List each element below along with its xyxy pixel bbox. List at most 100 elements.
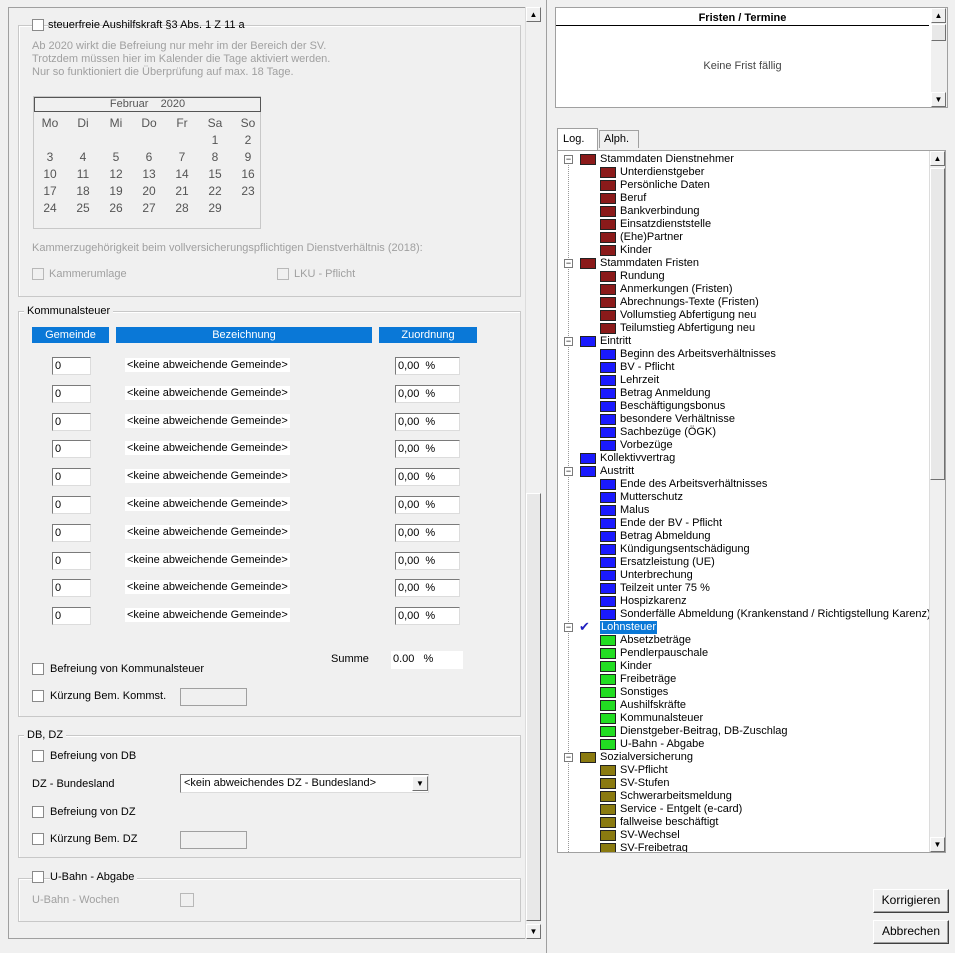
- calendar-day[interactable]: 5: [104, 150, 128, 164]
- calendar-day[interactable]: 4: [71, 150, 95, 164]
- gemeinde-input[interactable]: 0: [52, 440, 91, 459]
- tree-item[interactable]: Sachbezüge (ÖGK): [558, 426, 928, 439]
- collapse-icon[interactable]: −: [564, 259, 573, 268]
- zuordnung-input[interactable]: 0,00%: [395, 523, 460, 542]
- tree-item[interactable]: Absetzbeträge: [558, 634, 928, 647]
- tree-item[interactable]: Betrag Abmeldung: [558, 530, 928, 543]
- gemeinde-input[interactable]: 0: [52, 496, 91, 514]
- tree-item[interactable]: − Stammdaten Dienstnehmer: [558, 153, 928, 166]
- gemeinde-input[interactable]: 0: [52, 468, 91, 487]
- tree-item[interactable]: Hospizkarenz: [558, 595, 928, 608]
- gemeinde-input[interactable]: 0: [52, 384, 91, 403]
- tree-item[interactable]: Malus: [558, 504, 928, 517]
- tree-view[interactable]: − Stammdaten Dienstnehmer Unterdienstgeber…: [557, 150, 946, 853]
- scroll-down-icon[interactable]: ▼: [930, 837, 945, 852]
- gemeinde-input[interactable]: 0: [52, 523, 91, 542]
- calendar-day[interactable]: 6: [137, 150, 161, 164]
- tree-item[interactable]: Kündigungsentschädigung: [558, 543, 928, 556]
- gemeinde-input[interactable]: 0: [52, 357, 91, 375]
- tree-item[interactable]: Bankverbindung: [558, 205, 928, 218]
- tree-item[interactable]: Lehrzeit: [558, 374, 928, 387]
- left-scrollbar[interactable]: ▲ ▼: [525, 7, 541, 939]
- tree-item[interactable]: Sonderfälle Abmeldung (Krankenstand / Ri…: [558, 608, 931, 621]
- tree-item[interactable]: Mutterschutz: [558, 491, 928, 504]
- tree-item[interactable]: besondere Verhältnisse: [558, 413, 928, 426]
- zuordnung-input[interactable]: 0,00%: [395, 607, 460, 626]
- kuerzung-dz-input[interactable]: [180, 831, 247, 849]
- calendar-day[interactable]: 1: [203, 133, 227, 147]
- calendar-day[interactable]: 22: [203, 184, 227, 198]
- ubahn-checkbox[interactable]: [32, 871, 44, 883]
- tree-item[interactable]: Ende der BV - Pflicht: [558, 517, 928, 530]
- tree-item[interactable]: Teilumstieg Abfertigung neu: [558, 322, 928, 335]
- tree-item[interactable]: Teilzeit unter 75 %: [558, 582, 928, 595]
- calendar-day[interactable]: 13: [137, 167, 161, 181]
- collapse-icon[interactable]: −: [564, 155, 573, 164]
- tree-item[interactable]: SV-Stufen: [558, 777, 928, 790]
- tree-item[interactable]: − Stammdaten Fristen: [558, 257, 928, 270]
- befreiung-db-checkbox[interactable]: [32, 750, 44, 762]
- tree-item[interactable]: Freibeträge: [558, 673, 928, 686]
- tree-item[interactable]: Beruf: [558, 192, 928, 205]
- collapse-icon[interactable]: −: [564, 467, 573, 476]
- zuordnung-input[interactable]: 0,00%: [395, 579, 460, 598]
- gemeinde-input[interactable]: 0: [52, 607, 91, 626]
- scrollbar-thumb[interactable]: [526, 493, 541, 921]
- calendar-day[interactable]: 2: [236, 133, 260, 147]
- zuordnung-input[interactable]: 0,00%: [395, 468, 460, 487]
- zuordnung-input[interactable]: 0,00%: [395, 384, 460, 403]
- tree-item[interactable]: Sonstiges: [558, 686, 928, 699]
- tree-item[interactable]: Unterdienstgeber: [558, 166, 928, 179]
- tree-item[interactable]: Rundung: [558, 270, 928, 283]
- tree-item[interactable]: − Sozialversicherung: [558, 751, 928, 764]
- calendar-day[interactable]: 25: [71, 201, 95, 215]
- tree-item[interactable]: Betrag Anmeldung: [558, 387, 928, 400]
- calendar[interactable]: Februar 2020 Mo Di Mi Do Fr Sa So 1 2 3 4 5 6 7 8 9 10 11…: [33, 96, 261, 229]
- calendar-day[interactable]: 12: [104, 167, 128, 181]
- tree-item[interactable]: Dienstgeber-Beitrag, DB-Zuschlag: [558, 725, 928, 738]
- lku-checkbox[interactable]: [277, 268, 289, 280]
- tab-alph[interactable]: Alph.: [599, 130, 639, 148]
- calendar-day[interactable]: 24: [38, 201, 62, 215]
- scrollbar-thumb[interactable]: [930, 168, 945, 480]
- ubahn-wochen-checkbox[interactable]: [180, 893, 194, 907]
- calendar-day[interactable]: 10: [38, 167, 62, 181]
- collapse-icon[interactable]: −: [564, 753, 573, 762]
- calendar-day[interactable]: 16: [236, 167, 260, 181]
- calendar-day[interactable]: 28: [170, 201, 194, 215]
- kuerzung-dz-checkbox[interactable]: [32, 833, 44, 845]
- tree-item[interactable]: − ✔ Lohnsteuer: [558, 620, 928, 634]
- calendar-day[interactable]: 21: [170, 184, 194, 198]
- scrollbar-thumb[interactable]: [931, 24, 946, 41]
- calendar-day[interactable]: 20: [137, 184, 161, 198]
- calendar-day[interactable]: 19: [104, 184, 128, 198]
- calendar-day[interactable]: 8: [203, 150, 227, 164]
- calendar-day[interactable]: 7: [170, 150, 194, 164]
- tree-item[interactable]: Vorbezüge: [558, 439, 928, 452]
- kuerzung-kommunal-checkbox[interactable]: [32, 690, 44, 702]
- calendar-day[interactable]: 9: [236, 150, 260, 164]
- tree-item[interactable]: Kinder: [558, 244, 928, 257]
- zuordnung-input[interactable]: 0,00%: [395, 551, 460, 570]
- kammerumlage-checkbox[interactable]: [32, 268, 44, 280]
- zuordnung-input[interactable]: 0,00%: [395, 412, 460, 431]
- calendar-day[interactable]: 11: [71, 167, 95, 181]
- tree-item[interactable]: Vollumstieg Abfertigung neu: [558, 309, 928, 322]
- scroll-up-icon[interactable]: ▲: [931, 8, 946, 23]
- tree-item[interactable]: Pendlerpauschale: [558, 647, 928, 660]
- scroll-down-icon[interactable]: ▼: [931, 92, 946, 107]
- zuordnung-input[interactable]: 0,00%: [395, 440, 460, 459]
- gemeinde-input[interactable]: 0: [52, 412, 91, 431]
- tree-item[interactable]: Schwerarbeitsmeldung: [558, 790, 928, 803]
- fristen-scrollbar[interactable]: ▲ ▼: [931, 8, 947, 107]
- tree-item[interactable]: Abrechnungs-Texte (Fristen): [558, 296, 928, 309]
- aushilfskraft-checkbox[interactable]: [32, 19, 44, 31]
- tree-item[interactable]: SV-Wechsel: [558, 829, 928, 842]
- chevron-down-icon[interactable]: ▼: [412, 776, 428, 791]
- scroll-down-icon[interactable]: ▼: [526, 924, 541, 939]
- tree-item[interactable]: Einsatzdienststelle: [558, 218, 928, 231]
- zuordnung-input[interactable]: 0,00%: [395, 496, 460, 514]
- tree-item[interactable]: Beschäftigungsbonus: [558, 400, 928, 413]
- zuordnung-input[interactable]: 0,00%: [395, 357, 460, 375]
- gemeinde-input[interactable]: 0: [52, 579, 91, 598]
